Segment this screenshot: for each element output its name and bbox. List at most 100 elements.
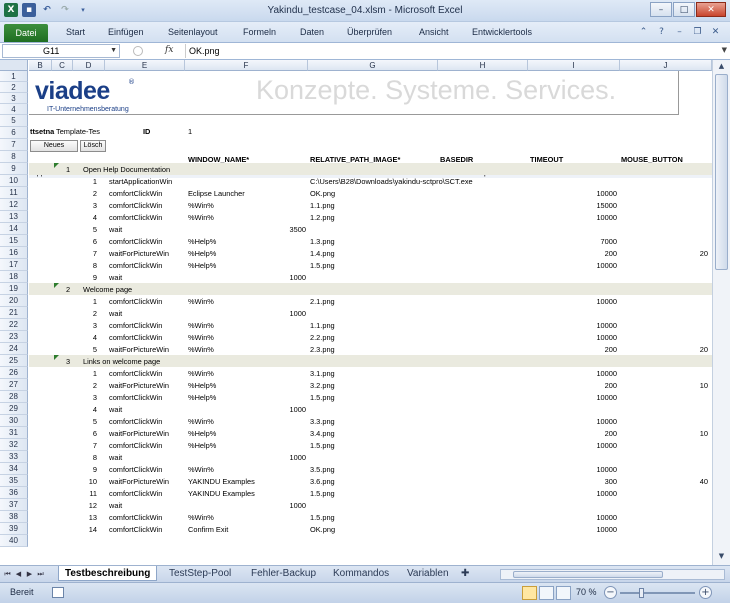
row-header-16[interactable]: 16 [0,247,28,259]
row-header-35[interactable]: 35 [0,475,28,487]
row-header-36[interactable]: 36 [0,487,28,499]
formula-input[interactable]: OK.png [185,44,714,58]
row-header-39[interactable]: 39 [0,523,28,535]
row-header-14[interactable]: 14 [0,223,28,235]
tab-start[interactable]: Start [66,27,85,37]
column-header-b[interactable]: B [29,60,52,71]
row-header-17[interactable]: 17 [0,259,28,271]
scroll-down-icon[interactable]: ▼ [715,552,728,563]
tab-entwicklertools[interactable]: Entwicklertools [472,27,532,37]
row-header-21[interactable]: 21 [0,307,28,319]
horizontal-scroll-thumb[interactable] [513,571,663,578]
sheet-tab-kommandos[interactable]: Kommandos [327,566,395,581]
minimize-button[interactable]: – [650,2,672,17]
row-header-1[interactable]: 1 [0,71,28,82]
row-header-2[interactable]: 2 [0,82,28,93]
row-header-7[interactable]: 7 [0,139,28,151]
help-icon[interactable]: ? [655,25,668,38]
sheet-tab-fehler-backup[interactable]: Fehler-Backup [245,566,322,581]
row-header-38[interactable]: 38 [0,511,28,523]
column-header-d[interactable]: D [73,60,105,71]
sheet-tab-variablen[interactable]: Variablen [401,566,455,581]
prev-sheet-icon[interactable]: ◀ [14,569,23,579]
column-header-i[interactable]: I [528,60,620,71]
row-header-22[interactable]: 22 [0,319,28,331]
vertical-scroll-thumb[interactable] [715,74,728,270]
row-header-20[interactable]: 20 [0,295,28,307]
row-header-9[interactable]: 9 [0,163,28,175]
tab-ueberpruefen[interactable]: Überprüfen [347,27,392,37]
row-header-5[interactable]: 5 [0,115,28,127]
tab-daten[interactable]: Daten [300,27,324,37]
column-header-g[interactable]: G [308,60,438,71]
column-header-c[interactable]: C [52,60,73,71]
horizontal-scrollbar[interactable] [500,569,725,580]
minimize-ribbon-icon[interactable]: ⌃ [637,25,650,38]
zoom-out-icon[interactable]: − [604,586,617,599]
next-sheet-icon[interactable]: ▶ [25,569,34,579]
column-header-e[interactable]: E [105,60,185,71]
tab-seitenlayout[interactable]: Seitenlayout [168,27,218,37]
row-header-26[interactable]: 26 [0,367,28,379]
scroll-up-icon[interactable]: ▲ [715,62,728,73]
row-header-40[interactable]: 40 [0,535,28,547]
row-header-23[interactable]: 23 [0,331,28,343]
column-header-f[interactable]: F [185,60,308,71]
insert-function-icon[interactable]: fx [165,45,173,55]
name-box-dropdown-icon[interactable]: ▼ [110,45,117,57]
row-header-18[interactable]: 18 [0,271,28,283]
row-header-8[interactable]: 8 [0,151,28,163]
worksheet-grid[interactable]: BCDEFGHIJ 1 2 3 4 5 6 7 8 9 10 11 12 13 14 15 16 17 18 19 2… [0,60,712,565]
row-header-13[interactable]: 13 [0,211,28,223]
column-header-h[interactable]: H [438,60,528,71]
row-header-31[interactable]: 31 [0,427,28,439]
row-header-30[interactable]: 30 [0,415,28,427]
zoom-in-icon[interactable]: + [699,586,712,599]
row-header-10[interactable]: 10 [0,175,28,187]
vertical-scrollbar[interactable]: ▲ ▼ [712,60,730,565]
workbook-minimize-icon[interactable]: – [673,25,686,38]
column-header-j[interactable]: J [620,60,712,71]
insert-sheet-icon[interactable]: ✚ [455,566,479,581]
name-box[interactable]: G11 ▼ [2,44,120,58]
row-header-25[interactable]: 25 [0,355,28,367]
row-header-29[interactable]: 29 [0,403,28,415]
row-header-28[interactable]: 28 [0,391,28,403]
row-header-19[interactable]: 19 [0,283,28,295]
expand-formula-bar-icon[interactable]: ▼ [722,46,727,54]
sheet-tab-teststep-pool[interactable]: TestStep-Pool [163,566,237,581]
row-header-34[interactable]: 34 [0,463,28,475]
tab-datei[interactable]: Datei [4,24,48,42]
tab-einfuegen[interactable]: Einfügen [108,27,144,37]
row-header-11[interactable]: 11 [0,187,28,199]
delete-button[interactable]: Lösch [80,140,106,152]
page-break-view-icon[interactable] [556,586,571,600]
row-header-32[interactable]: 32 [0,439,28,451]
tab-formeln[interactable]: Formeln [243,27,276,37]
zoom-level[interactable]: 70 % [576,587,597,597]
row-header-6[interactable]: 6 [0,127,28,139]
select-all-corner[interactable] [0,60,28,71]
zoom-slider-thumb[interactable] [639,588,644,598]
macro-record-icon[interactable] [52,587,64,598]
maximize-button[interactable]: □ [673,2,695,17]
page-layout-view-icon[interactable] [539,586,554,600]
close-button[interactable]: ✕ [696,2,726,17]
tab-ansicht[interactable]: Ansicht [419,27,449,37]
row-header-4[interactable]: 4 [0,104,28,115]
last-sheet-icon[interactable]: ⏭ [36,569,45,579]
workbook-close-icon[interactable]: ✕ [709,25,722,38]
row-header-3[interactable]: 3 [0,93,28,104]
row-header-37[interactable]: 37 [0,499,28,511]
workbook-restore-icon[interactable]: ❐ [691,25,704,38]
row-header-27[interactable]: 27 [0,379,28,391]
row-header-24[interactable]: 24 [0,343,28,355]
sheet-tab-testbeschreibung[interactable]: Testbeschreibung [58,566,158,581]
first-sheet-icon[interactable]: ⏮ [3,569,12,579]
row-header-15[interactable]: 15 [0,235,28,247]
zoom-slider[interactable] [620,592,695,594]
row-header-33[interactable]: 33 [0,451,28,463]
row-header-12[interactable]: 12 [0,199,28,211]
new-button[interactable]: Neues [30,140,78,152]
normal-view-icon[interactable] [522,586,537,600]
